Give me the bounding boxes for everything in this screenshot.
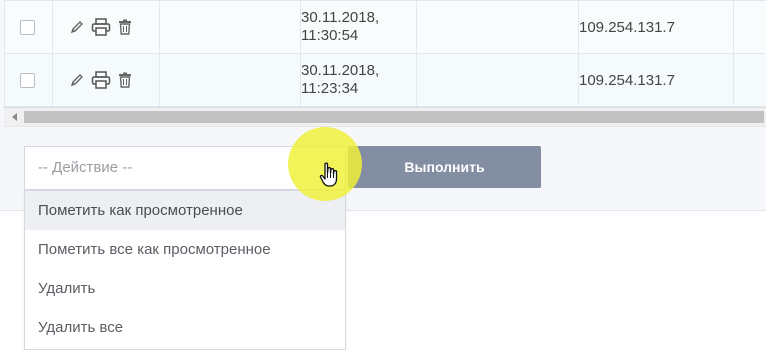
run-button[interactable]: Выполнить <box>348 146 541 188</box>
empty-cell <box>417 1 579 54</box>
datetime-cell: 30.11.2018, 11:30:54 <box>301 1 417 54</box>
edit-icon[interactable] <box>69 72 85 88</box>
data-table: 30.11.2018, 11:30:54 109.254.131.7 <box>4 0 766 107</box>
table-row: 30.11.2018, 11:23:34 109.254.131.7 <box>5 54 766 107</box>
time-text: 11:23:34 <box>301 80 416 98</box>
print-icon[interactable] <box>91 18 111 36</box>
empty-cell <box>734 1 766 54</box>
datetime-cell: 30.11.2018, 11:23:34 <box>301 54 417 107</box>
action-dropdown-list: Пометить как просмотренное Пометить все … <box>24 190 346 350</box>
ip-cell: 109.254.131.7 <box>579 1 734 54</box>
empty-cell <box>734 54 766 107</box>
dropdown-option-mark-all-viewed[interactable]: Пометить все как просмотренное <box>25 230 345 269</box>
print-icon[interactable] <box>91 71 111 89</box>
actions-cell <box>53 54 160 107</box>
row-checkbox[interactable] <box>20 20 35 35</box>
actions-cell <box>53 1 160 54</box>
scroll-left-icon[interactable] <box>12 113 17 121</box>
action-select-value: -- Действие -- <box>38 159 132 176</box>
empty-cell <box>160 54 301 107</box>
trash-icon[interactable] <box>117 19 133 35</box>
empty-cell <box>417 54 579 107</box>
trash-icon[interactable] <box>117 72 133 88</box>
table-row: 30.11.2018, 11:30:54 109.254.131.7 <box>5 1 766 54</box>
dropdown-option-delete[interactable]: Удалить <box>25 269 345 308</box>
horizontal-scrollbar[interactable] <box>4 107 766 127</box>
row-checkbox[interactable] <box>20 73 35 88</box>
scrollbar-thumb[interactable] <box>24 111 764 123</box>
checkbox-cell <box>5 54 53 107</box>
time-text: 11:30:54 <box>301 27 416 45</box>
hand-cursor-icon <box>319 162 341 193</box>
checkbox-cell <box>5 1 53 54</box>
dropdown-option-mark-viewed[interactable]: Пометить как просмотренное <box>25 191 345 230</box>
empty-cell <box>160 1 301 54</box>
dropdown-option-delete-all[interactable]: Удалить все <box>25 308 345 347</box>
edit-icon[interactable] <box>69 19 85 35</box>
date-text: 30.11.2018, <box>301 9 416 27</box>
ip-cell: 109.254.131.7 <box>579 54 734 107</box>
date-text: 30.11.2018, <box>301 62 416 80</box>
